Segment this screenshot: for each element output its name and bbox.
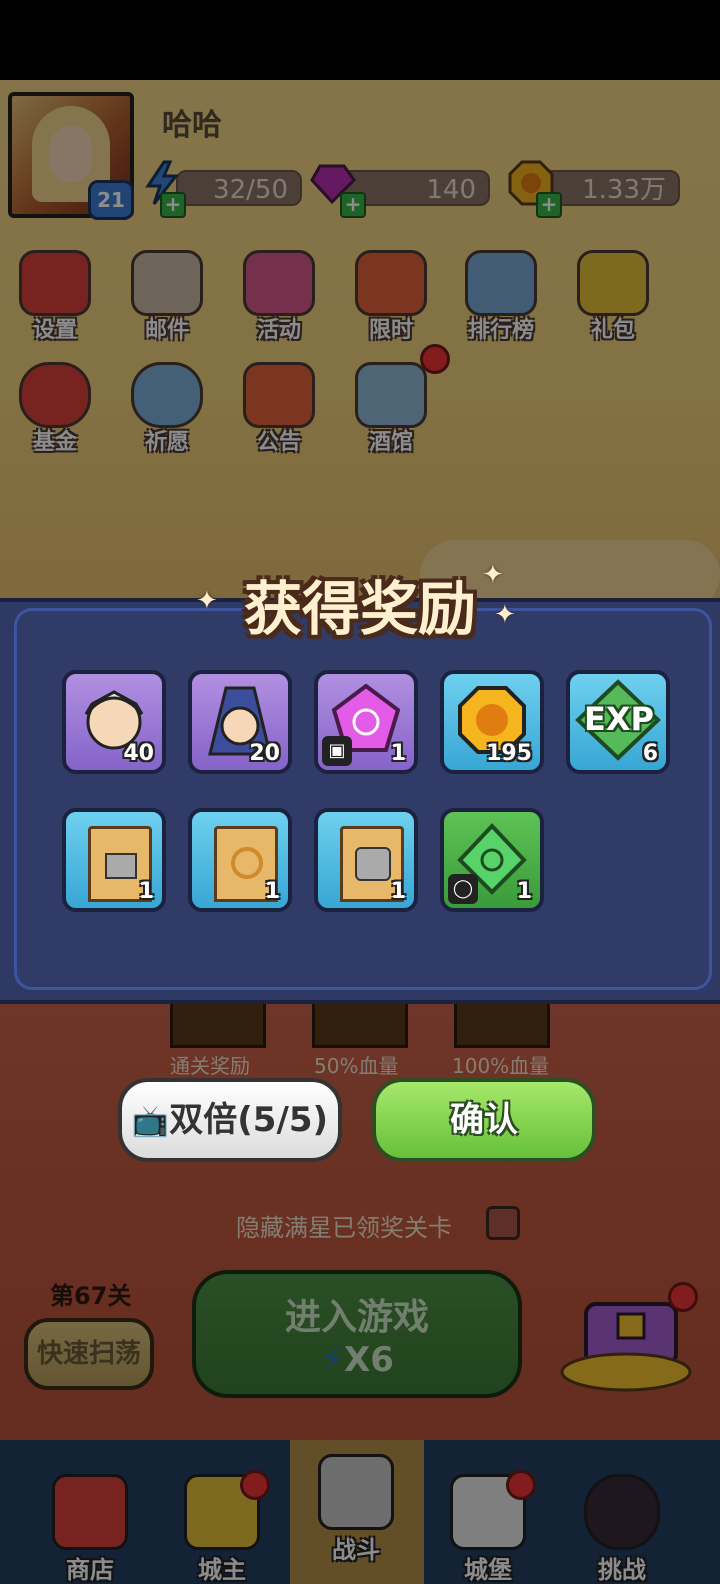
exp-label: EXP (584, 700, 654, 738)
item-quantity: 1 (390, 879, 406, 904)
double-reward-label: 双倍(5/5) (169, 1100, 329, 1140)
game-screen: 21 哈哈 32/50 + 140 + 1.33万 + 设置 邮件 活动 限时 … (0, 0, 720, 1584)
ring-icon (231, 847, 263, 879)
confirm-button[interactable]: 确认 (372, 1078, 596, 1162)
reward-item[interactable]: 1 (62, 808, 166, 912)
item-quantity: 40 (123, 741, 154, 766)
reward-item[interactable]: ▣ 1 (314, 670, 418, 774)
reward-item[interactable]: 1 (314, 808, 418, 912)
reward-item[interactable]: 1 (188, 808, 292, 912)
item-quantity: 1 (516, 879, 532, 904)
reward-item[interactable]: 195 (440, 670, 544, 774)
item-quantity: 6 (642, 741, 658, 766)
double-reward-button[interactable]: 📺双倍(5/5) (118, 1078, 342, 1162)
item-quantity: 1 (390, 741, 406, 766)
status-bar (0, 0, 720, 80)
boot-icon (105, 853, 137, 879)
reward-item[interactable]: 40 (62, 670, 166, 774)
reward-item[interactable]: 20 (188, 670, 292, 774)
reward-item[interactable]: EXP 6 (566, 670, 670, 774)
reward-item[interactable]: ◯ 1 (440, 808, 544, 912)
tv-ad-icon: 📺 (131, 1104, 170, 1139)
item-quantity: 1 (138, 879, 154, 904)
item-quantity: 20 (249, 741, 280, 766)
item-quantity: 1 (264, 879, 280, 904)
ring-slot-icon: ◯ (448, 874, 478, 904)
armor-icon (355, 847, 391, 881)
armor-slot-icon: ▣ (322, 736, 352, 766)
item-quantity: 195 (486, 741, 532, 766)
reward-title: 获得奖励 (243, 575, 476, 643)
reward-panel-inner (14, 608, 712, 990)
